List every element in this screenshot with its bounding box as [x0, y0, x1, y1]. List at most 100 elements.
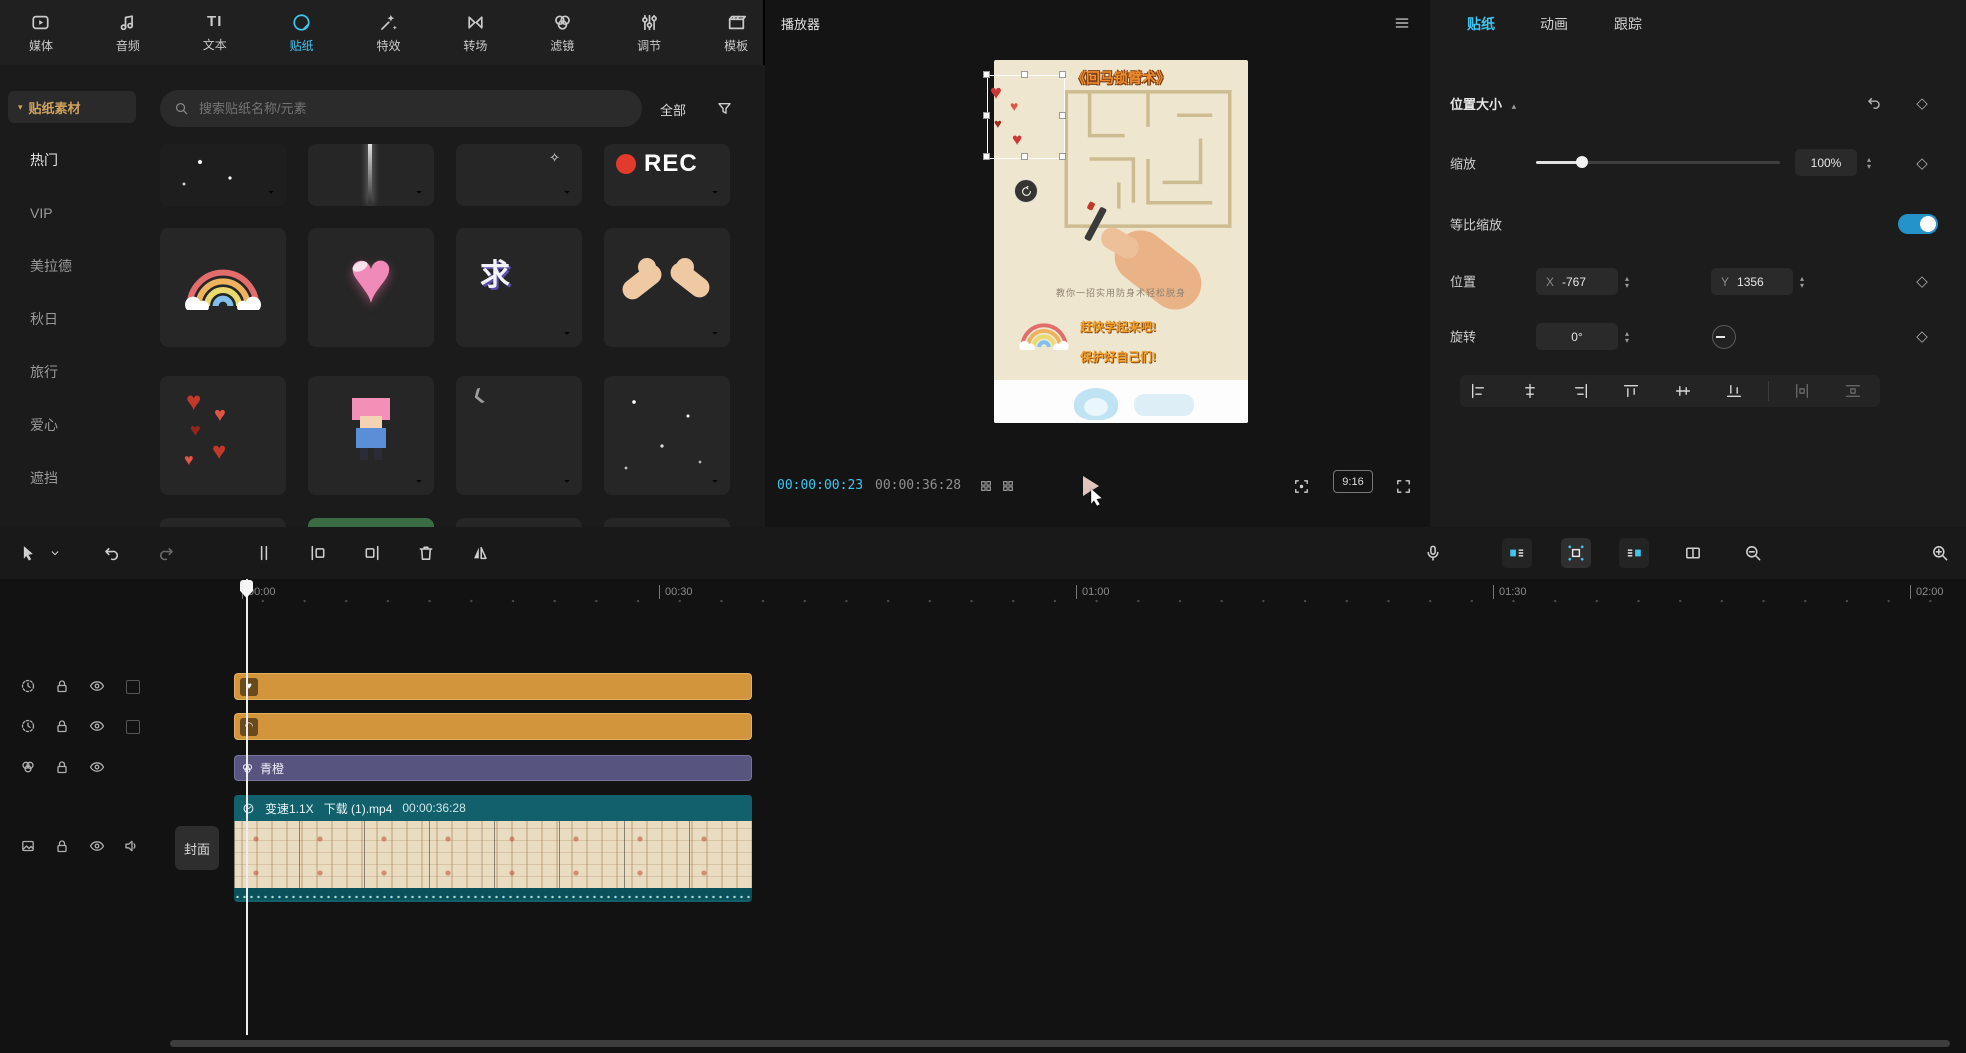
selection-handle-tr[interactable] [1059, 71, 1066, 78]
split-icon[interactable] [255, 544, 274, 563]
align-top-icon[interactable] [1623, 383, 1640, 400]
align-right-icon[interactable] [1573, 383, 1590, 400]
split-keep-right-icon[interactable] [363, 544, 382, 563]
zoom-out-icon[interactable] [1744, 544, 1763, 563]
track4-speaker-icon[interactable] [123, 838, 139, 854]
download-icon[interactable] [263, 184, 279, 200]
filter-all-button[interactable]: 全部 [660, 96, 686, 122]
distribute-horizontal-icon[interactable] [1794, 383, 1811, 400]
download-icon[interactable] [411, 473, 427, 489]
track4-lock-icon[interactable] [54, 838, 70, 854]
sticker-partial-1[interactable] [160, 518, 286, 527]
position-y-box[interactable]: Y 1356 [1711, 268, 1793, 295]
track3-lock-icon[interactable] [54, 759, 70, 775]
nav-filter[interactable]: 滤镜 [535, 12, 589, 54]
sticker-light-streak[interactable]: ❮ [456, 376, 582, 495]
tab-tracking[interactable]: 跟踪 [1614, 14, 1642, 34]
rotate-stepper[interactable]: ▴▾ [1620, 323, 1634, 350]
keyframe-diamond-scale[interactable]: ◇ [1916, 154, 1928, 172]
rotation-dial[interactable] [1712, 325, 1736, 349]
track3-filter-icon[interactable] [20, 759, 36, 775]
filter-funnel-icon[interactable] [716, 100, 733, 117]
player-menu-icon[interactable] [1393, 14, 1411, 32]
cover-button[interactable]: 封面 [175, 826, 219, 870]
track1-clock-icon[interactable] [20, 678, 36, 694]
download-icon[interactable] [707, 184, 723, 200]
selection-handle-tm[interactable] [1021, 71, 1028, 78]
align-center-vertical-icon[interactable] [1675, 383, 1692, 400]
sticker-clip-1[interactable]: ♥ [234, 673, 752, 700]
selection-handle-ml[interactable] [983, 112, 990, 119]
category-vip[interactable]: VIP [30, 205, 53, 221]
reset-icon[interactable] [1864, 94, 1881, 111]
download-icon[interactable] [559, 473, 575, 489]
selection-handle-bl[interactable] [983, 153, 990, 160]
track1-tag[interactable] [126, 680, 140, 694]
split-keep-left-icon[interactable] [309, 544, 328, 563]
sticker-clip-2[interactable]: ◠ [234, 713, 752, 740]
playhead-line[interactable] [246, 579, 248, 1035]
selection-handle-br[interactable] [1059, 153, 1066, 160]
sticker-partial-3[interactable] [456, 518, 582, 527]
stepper-down-icon[interactable]: ▾ [1625, 337, 1629, 344]
track1-eye-icon[interactable] [89, 678, 105, 694]
sticker-search-bar[interactable] [160, 90, 642, 127]
record-voiceover-icon[interactable] [1424, 544, 1443, 563]
distribute-vertical-icon[interactable] [1845, 383, 1862, 400]
nav-media[interactable]: 媒体 [14, 12, 68, 54]
download-icon[interactable] [411, 184, 427, 200]
category-travel[interactable]: 旅行 [30, 362, 58, 382]
selection-handle-tl[interactable] [983, 71, 990, 78]
download-icon[interactable] [559, 184, 575, 200]
nav-effects[interactable]: 特效 [362, 12, 416, 54]
category-love[interactable]: 爱心 [30, 415, 58, 435]
undo-icon[interactable] [101, 544, 120, 563]
track1-lock-icon[interactable] [54, 678, 70, 694]
timeline-ruler[interactable]: 00:00 00:30 01:00 01:30 02:00 [0, 579, 1966, 608]
auto-snap-toggle[interactable] [1561, 538, 1591, 568]
nav-template[interactable]: 模板 [709, 12, 763, 54]
track2-lock-icon[interactable] [54, 718, 70, 734]
category-hot[interactable]: 热门 [30, 150, 58, 170]
track2-eye-icon[interactable] [89, 718, 105, 734]
preview-axis-icon[interactable] [1684, 544, 1703, 563]
timeline-horizontal-scrollbar[interactable] [170, 1040, 1950, 1047]
main-track-magnet-toggle[interactable] [1502, 538, 1532, 568]
select-tool-icon[interactable] [19, 544, 38, 563]
track2-clock-icon[interactable] [20, 718, 36, 734]
nav-audio[interactable]: 音频 [101, 12, 155, 54]
tab-animation[interactable]: 动画 [1540, 14, 1568, 34]
tab-sticker[interactable]: 贴纸 [1467, 14, 1495, 34]
sticker-light-beam[interactable] [308, 144, 434, 206]
sticker-sparkle-burst[interactable] [160, 144, 286, 206]
sticker-partial-2[interactable] [308, 518, 434, 527]
download-icon[interactable] [707, 473, 723, 489]
sticker-section-header[interactable]: ▾ 贴纸素材 [8, 91, 136, 123]
align-bottom-icon[interactable] [1726, 383, 1743, 400]
align-center-horizontal-icon[interactable] [1522, 383, 1539, 400]
track2-tag[interactable] [126, 720, 140, 734]
nav-text[interactable]: TI文本 [188, 12, 242, 53]
stepper-down-icon[interactable]: ▾ [1625, 282, 1629, 289]
x-stepper[interactable]: ▴▾ [1620, 268, 1634, 295]
uniform-scale-toggle[interactable] [1898, 214, 1938, 234]
position-x-box[interactable]: X -767 [1536, 268, 1618, 295]
rotate-value-box[interactable]: 0° [1536, 323, 1618, 350]
align-left-icon[interactable] [1470, 383, 1487, 400]
filter-clip[interactable]: 青橙 [234, 755, 752, 781]
scale-stepper[interactable]: ▴▾ [1862, 149, 1876, 176]
selection-handle-bm[interactable] [1021, 153, 1028, 160]
nav-transition[interactable]: 转场 [448, 12, 502, 54]
linkage-toggle[interactable] [1619, 538, 1649, 568]
sticker-rainbow[interactable] [160, 228, 286, 347]
keyframe-diamond-rotate[interactable]: ◇ [1916, 327, 1928, 345]
download-icon[interactable] [559, 325, 575, 341]
search-input[interactable] [197, 100, 628, 117]
section-position-size[interactable]: 位置大小 ▴ [1450, 94, 1516, 113]
keyframe-diamond-position[interactable]: ◇ [1916, 272, 1928, 290]
sticker-partial-4[interactable] [604, 518, 730, 527]
sticker-pinch-hands[interactable] [604, 228, 730, 347]
grid-view-icon-2[interactable] [1001, 479, 1015, 493]
sticker-selection-box[interactable]: ♥ ♥ ♥ ♥ [987, 75, 1065, 159]
nav-adjust[interactable]: 调节 [622, 12, 676, 54]
